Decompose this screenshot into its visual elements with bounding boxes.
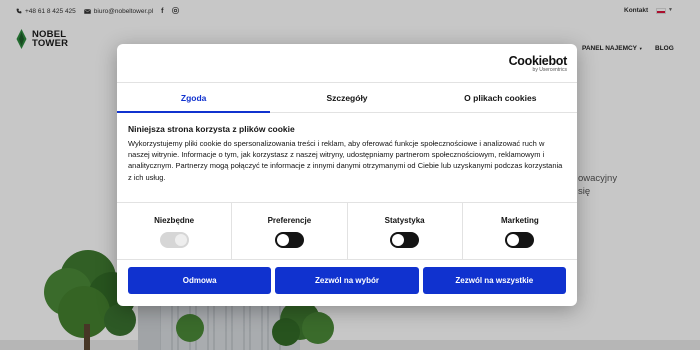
cookie-tabs: Zgoda Szczegóły O plikach cookies bbox=[117, 82, 577, 113]
tab-o-plikach-cookies[interactable]: O plikach cookies bbox=[424, 83, 577, 112]
cookie-consent-dialog: Cookiebot by Usercentrics Zgoda Szczegół… bbox=[117, 44, 577, 306]
consent-marketing-label: Marketing bbox=[500, 216, 539, 225]
consent-preferences-label: Preferencje bbox=[267, 216, 312, 225]
tab-zgoda[interactable]: Zgoda bbox=[117, 83, 271, 113]
necessary-toggle bbox=[159, 232, 189, 248]
tab-szczegoly[interactable]: Szczegóły bbox=[270, 83, 423, 112]
brand-name: Cookiebot bbox=[508, 54, 568, 68]
deny-button[interactable]: Odmowa bbox=[128, 267, 272, 294]
consent-necessary: Niezbędne bbox=[117, 203, 233, 259]
allow-all-button[interactable]: Zezwól na wszystkie bbox=[422, 267, 566, 294]
consent-preferences: Preferencje bbox=[232, 203, 348, 259]
consent-statistics-label: Statystyka bbox=[384, 216, 425, 225]
consent-body: Niniejsza strona korzysta z plików cooki… bbox=[128, 124, 568, 183]
consent-categories: Niezbędne Preferencje Statystyka Marketi… bbox=[117, 202, 577, 260]
consent-statistics: Statystyka bbox=[348, 203, 463, 259]
statistics-toggle[interactable] bbox=[390, 232, 420, 248]
consent-marketing: Marketing bbox=[463, 203, 577, 259]
consent-heading: Niniejsza strona korzysta z plików cooki… bbox=[128, 124, 295, 134]
cookiebot-logo: Cookiebot by Usercentrics bbox=[508, 54, 568, 73]
allow-selection-button[interactable]: Zezwól na wybór bbox=[275, 267, 419, 294]
preferences-toggle[interactable] bbox=[274, 232, 304, 248]
marketing-toggle[interactable] bbox=[505, 232, 535, 248]
consent-description: Wykorzystujemy pliki cookie do spersonal… bbox=[128, 139, 563, 182]
consent-necessary-label: Niezbędne bbox=[154, 216, 195, 225]
consent-buttons: Odmowa Zezwól na wybór Zezwól na wszystk… bbox=[128, 267, 566, 294]
